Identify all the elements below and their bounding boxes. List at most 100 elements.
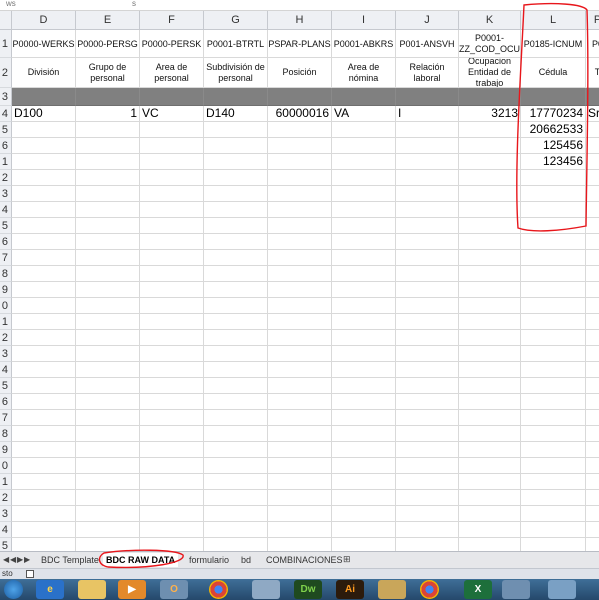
grid-cell[interactable]	[140, 154, 204, 170]
grid-cell[interactable]	[76, 170, 140, 186]
grid-cell[interactable]	[332, 202, 396, 218]
explorer-icon[interactable]	[78, 580, 106, 599]
column-header[interactable]: G	[204, 11, 268, 30]
grid-cell[interactable]	[332, 394, 396, 410]
grid-cell[interactable]	[396, 170, 459, 186]
data-cell[interactable]: 3213	[459, 106, 521, 122]
grid-cell[interactable]	[332, 282, 396, 298]
grid-cell[interactable]	[268, 458, 332, 474]
tab-combinaciones[interactable]: COMBINACIONES	[263, 553, 346, 567]
column-header[interactable]: I	[332, 11, 396, 30]
grid-cell[interactable]	[76, 298, 140, 314]
grid-cell[interactable]	[12, 234, 76, 250]
row-header[interactable]: 6	[0, 394, 12, 410]
grid-cell[interactable]	[204, 426, 268, 442]
grid-cell[interactable]	[521, 218, 586, 234]
row-header[interactable]: 8	[0, 426, 12, 442]
cedula-cell[interactable]: 20662533	[521, 122, 586, 138]
grid-cell[interactable]	[332, 186, 396, 202]
grid-cell[interactable]	[332, 522, 396, 538]
grid-cell[interactable]	[521, 378, 586, 394]
grid-cell[interactable]	[12, 394, 76, 410]
grid-cell[interactable]	[586, 378, 599, 394]
grid-cell[interactable]	[332, 458, 396, 474]
grid-cell[interactable]	[12, 410, 76, 426]
grid-cell[interactable]	[76, 202, 140, 218]
grid-cell[interactable]	[140, 138, 204, 154]
row-header[interactable]: 1	[0, 154, 12, 170]
field-label-cell[interactable]: T	[586, 58, 599, 88]
grid-cell[interactable]	[459, 378, 521, 394]
grid-cell[interactable]	[268, 138, 332, 154]
grid-cell[interactable]	[332, 442, 396, 458]
grid-cell[interactable]	[140, 250, 204, 266]
grid-cell[interactable]	[332, 506, 396, 522]
windows-start-icon[interactable]	[4, 580, 23, 599]
grid-cell[interactable]	[12, 330, 76, 346]
grid-cell[interactable]	[76, 266, 140, 282]
first-sheet-icon[interactable]: ◀	[3, 555, 9, 564]
column-header[interactable]: P	[586, 11, 599, 30]
grid-cell[interactable]	[268, 426, 332, 442]
grid-cell[interactable]	[76, 186, 140, 202]
column-header[interactable]: D	[12, 11, 76, 30]
grid-cell[interactable]	[396, 186, 459, 202]
grid-cell[interactable]	[586, 522, 599, 538]
grid-cell[interactable]	[332, 218, 396, 234]
grid-cell[interactable]	[140, 522, 204, 538]
grid-cell[interactable]	[140, 298, 204, 314]
grid-cell[interactable]	[268, 186, 332, 202]
grid-cell[interactable]	[140, 186, 204, 202]
grid-cell[interactable]	[12, 490, 76, 506]
grid-cell[interactable]	[521, 522, 586, 538]
grid-cell[interactable]	[332, 314, 396, 330]
insert-sheet-icon[interactable]: ⊞	[343, 554, 351, 565]
grid-cell[interactable]	[268, 314, 332, 330]
row-header[interactable]: 9	[0, 282, 12, 298]
grid-cell[interactable]	[521, 250, 586, 266]
grey-separator-cell[interactable]	[586, 88, 599, 106]
grid-cell[interactable]	[396, 458, 459, 474]
grid-cell[interactable]	[140, 426, 204, 442]
network-icon[interactable]	[252, 580, 280, 599]
select-all-corner[interactable]	[0, 11, 12, 30]
grid-cell[interactable]	[204, 154, 268, 170]
row-header[interactable]: 3	[0, 186, 12, 202]
grid-cell[interactable]	[12, 346, 76, 362]
grid-cell[interactable]	[76, 522, 140, 538]
grey-separator-cell[interactable]	[76, 88, 140, 106]
grid-cell[interactable]	[521, 506, 586, 522]
row-header[interactable]: 7	[0, 250, 12, 266]
grid-cell[interactable]	[396, 138, 459, 154]
grid-cell[interactable]	[396, 298, 459, 314]
column-header[interactable]: F	[140, 11, 204, 30]
grid-cell[interactable]	[140, 410, 204, 426]
grid-cell[interactable]	[12, 250, 76, 266]
grid-cell[interactable]	[76, 426, 140, 442]
grid-cell[interactable]	[521, 202, 586, 218]
grid-cell[interactable]	[204, 442, 268, 458]
grid-cell[interactable]	[332, 474, 396, 490]
grid-cell[interactable]	[521, 314, 586, 330]
grid-cell[interactable]	[586, 474, 599, 490]
grid-cell[interactable]	[459, 218, 521, 234]
grid-cell[interactable]	[204, 394, 268, 410]
grid-cell[interactable]	[76, 490, 140, 506]
grid-cell[interactable]	[12, 458, 76, 474]
excel-icon[interactable]: X	[464, 580, 492, 599]
grid-cell[interactable]	[459, 122, 521, 138]
data-cell[interactable]: 60000016	[268, 106, 332, 122]
grid-cell[interactable]	[396, 282, 459, 298]
field-code-cell[interactable]: P0000-PERSG	[76, 30, 140, 58]
grid-cell[interactable]	[459, 170, 521, 186]
grid-cell[interactable]	[140, 330, 204, 346]
grid-cell[interactable]	[140, 266, 204, 282]
grid-cell[interactable]	[140, 202, 204, 218]
grid-cell[interactable]	[12, 522, 76, 538]
grid-cell[interactable]	[586, 122, 599, 138]
grid-cell[interactable]	[268, 282, 332, 298]
grid-cell[interactable]	[204, 474, 268, 490]
dreamweaver-icon[interactable]: Dw	[294, 580, 322, 599]
grid-cell[interactable]	[396, 314, 459, 330]
grid-cell[interactable]	[332, 410, 396, 426]
